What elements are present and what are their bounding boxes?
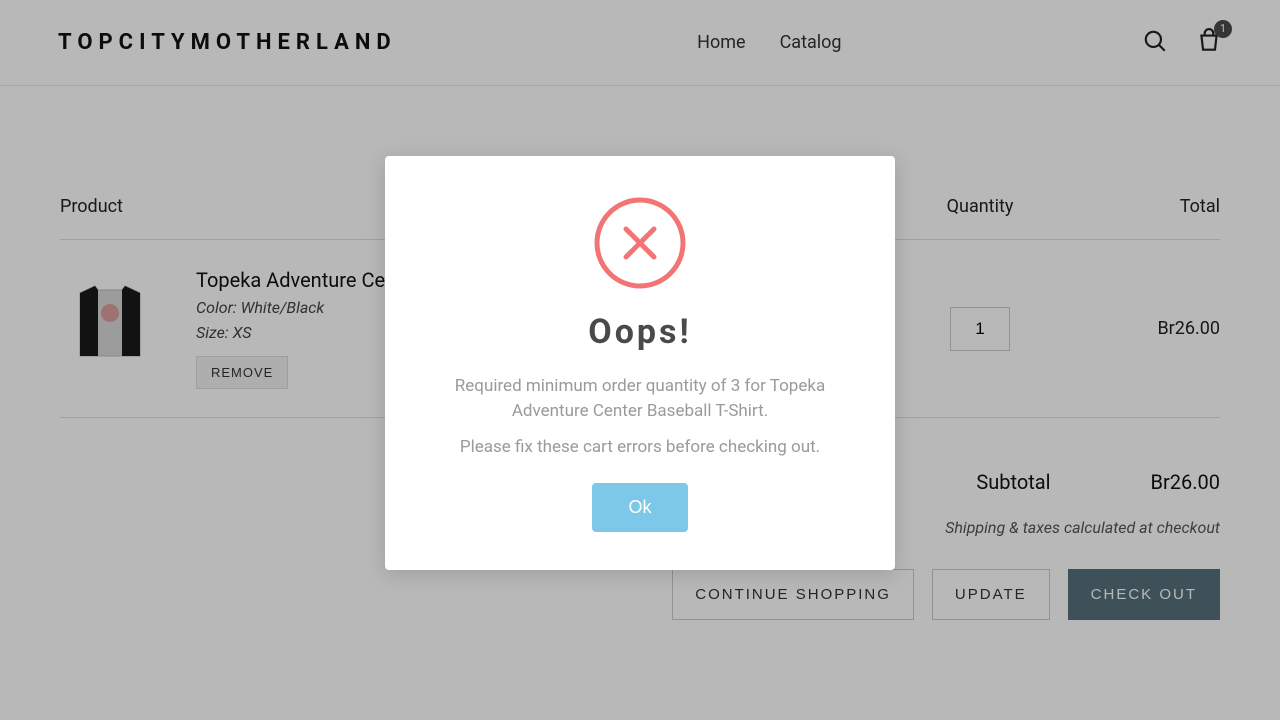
modal-message: Required minimum order quantity of 3 for… — [429, 374, 851, 423]
modal-overlay[interactable]: Oops! Required minimum order quantity of… — [0, 0, 1280, 720]
modal-ok-button[interactable]: Ok — [592, 483, 687, 532]
error-icon — [593, 196, 687, 290]
modal-title: Oops! — [429, 312, 851, 352]
modal-message-2: Please fix these cart errors before chec… — [429, 437, 851, 457]
error-modal: Oops! Required minimum order quantity of… — [385, 156, 895, 570]
